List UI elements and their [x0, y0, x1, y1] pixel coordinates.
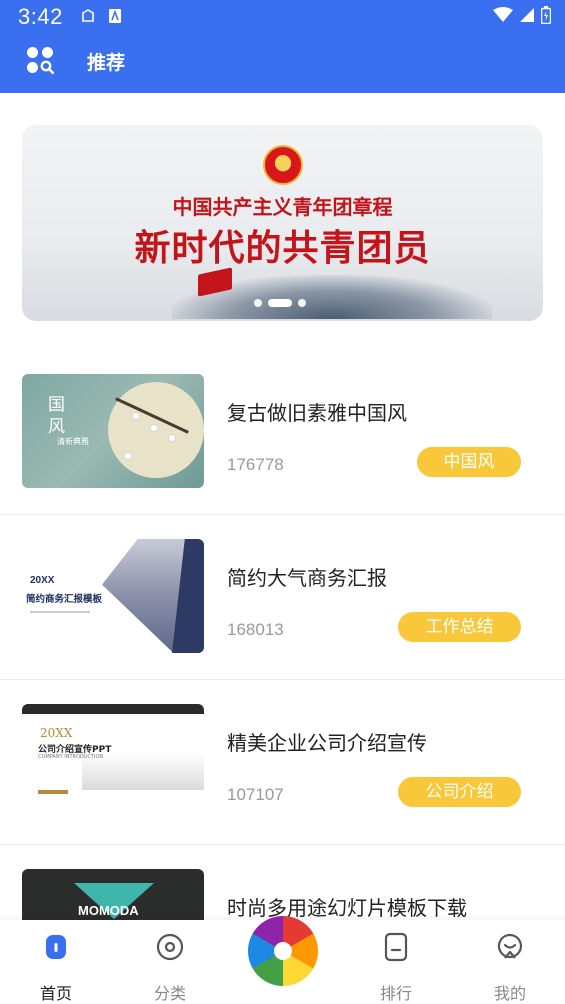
carousel-dot-active	[268, 299, 292, 307]
item-title: 时尚多用途幻灯片模板下载	[227, 896, 467, 920]
nav-label: 排行	[379, 984, 412, 1003]
banner-title: 新时代的共青团员	[134, 228, 431, 269]
thumb-text-main: 国 风	[48, 395, 65, 437]
item-count: 176778	[227, 455, 284, 474]
battery-icon	[541, 6, 551, 24]
nav-label: 首页	[39, 984, 72, 1003]
page-title: 推荐	[87, 52, 126, 74]
nav-profile[interactable]: 我的	[470, 920, 550, 1004]
bottom-navigation: 首页 分类 排行 我的	[0, 916, 565, 1004]
thumb-blossom	[124, 452, 132, 460]
youth-league-emblem-icon	[263, 145, 303, 185]
status-time: 3:42	[18, 4, 63, 29]
status-right	[493, 6, 551, 24]
thumb-text: 20XX	[30, 575, 55, 586]
item-thumbnail: 国 风 清新典雅	[22, 374, 204, 488]
thumb-text: 国 风	[48, 394, 65, 438]
thumb-header	[22, 704, 204, 714]
item-title: 简约大气商务汇报	[227, 566, 387, 590]
item-count: 107107	[227, 785, 284, 804]
list-item[interactable]: 20XX 简约商务汇报模板 简约大气商务汇报 168013 工作总结	[0, 515, 565, 680]
banner-carousel[interactable]: 中国共产主义青年团章程 新时代的共青团员	[22, 125, 543, 321]
item-tag[interactable]: 公司介绍	[398, 777, 521, 807]
thumb-blossom	[150, 424, 158, 432]
status-bar: 3:42	[0, 0, 565, 36]
category-icon	[156, 933, 184, 961]
thumb-text: MOMODA	[78, 903, 139, 918]
banner-subtitle: 中国共产主义青年团章程	[172, 195, 393, 219]
app-header: 3:42 推荐	[0, 0, 565, 93]
ranking-icon	[384, 932, 408, 962]
item-tag[interactable]: 中国风	[417, 447, 521, 477]
profile-icon	[497, 933, 523, 959]
list-item[interactable]: 20XX 公司介绍宣传PPT COMPANY INTRODUCTION 精美企业…	[0, 680, 565, 845]
carousel-dot	[254, 299, 262, 307]
thumb-blossom	[168, 434, 176, 442]
pinwheel-logo-icon[interactable]	[248, 916, 318, 986]
thumb-subtext: 清新典雅	[57, 437, 89, 446]
item-thumbnail: 20XX 简约商务汇报模板	[22, 539, 204, 653]
nav-home[interactable]: 首页	[16, 920, 96, 1004]
nav-category[interactable]: 分类	[130, 920, 210, 1004]
home-icon	[46, 935, 66, 959]
nav-label: 我的	[493, 984, 526, 1003]
carousel-dot	[298, 299, 306, 307]
thumb-divider	[30, 611, 90, 613]
thumb-blossom	[132, 412, 140, 420]
thumb-text: 20XX	[40, 726, 73, 740]
signal-icon	[520, 8, 534, 22]
carousel-indicator	[254, 299, 306, 307]
thumb-subtext: 简约商务汇报模板	[26, 594, 103, 605]
app-notification-icon	[109, 9, 121, 23]
notification-icon	[82, 9, 94, 22]
nav-label: 分类	[153, 984, 186, 1003]
wifi-icon	[493, 7, 513, 22]
list-item[interactable]: 国 风 清新典雅 复古做旧素雅中国风 176778 中国风	[0, 350, 565, 515]
thumb-subtext-en: COMPANY INTRODUCTION	[38, 754, 104, 760]
item-tag[interactable]: 工作总结	[398, 612, 521, 642]
item-count: 168013	[227, 620, 284, 639]
item-title: 复古做旧素雅中国风	[227, 401, 407, 425]
thumb-bar	[38, 790, 68, 794]
item-title: 精美企业公司介绍宣传	[227, 731, 427, 755]
item-thumbnail: 20XX 公司介绍宣传PPT COMPANY INTRODUCTION	[22, 704, 204, 818]
category-search-icon[interactable]	[26, 46, 54, 74]
nav-ranking[interactable]: 排行	[356, 920, 436, 1004]
